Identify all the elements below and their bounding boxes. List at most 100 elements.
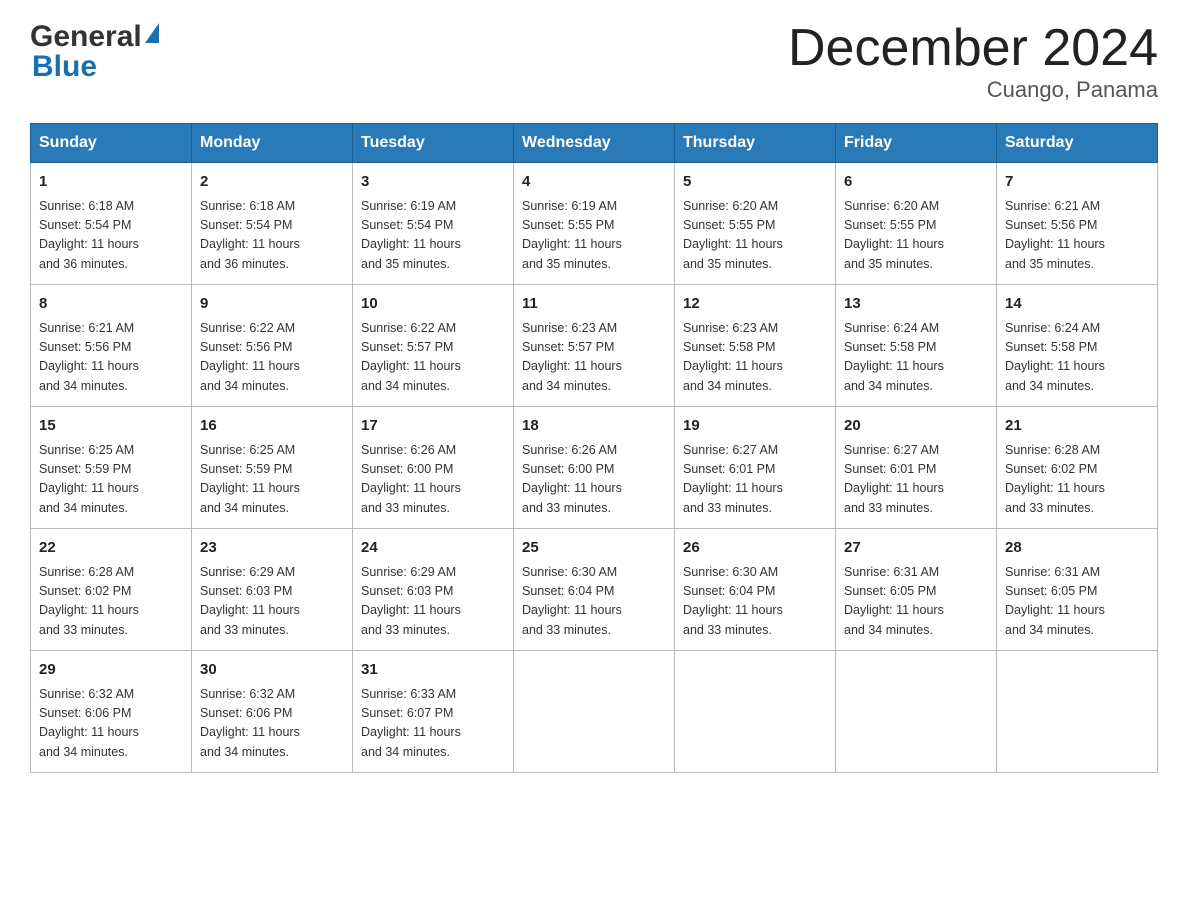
day-number: 24 [361, 537, 505, 560]
day-info: Sunrise: 6:30 AMSunset: 6:04 PMDaylight:… [683, 565, 783, 637]
calendar-day-cell: 16 Sunrise: 6:25 AMSunset: 5:59 PMDaylig… [192, 407, 353, 529]
calendar-day-cell: 12 Sunrise: 6:23 AMSunset: 5:58 PMDaylig… [675, 285, 836, 407]
day-info: Sunrise: 6:26 AMSunset: 6:00 PMDaylight:… [522, 443, 622, 515]
day-info: Sunrise: 6:33 AMSunset: 6:07 PMDaylight:… [361, 687, 461, 759]
calendar-day-cell: 5 Sunrise: 6:20 AMSunset: 5:55 PMDayligh… [675, 163, 836, 285]
calendar-day-header: Wednesday [514, 124, 675, 163]
day-info: Sunrise: 6:29 AMSunset: 6:03 PMDaylight:… [361, 565, 461, 637]
day-info: Sunrise: 6:31 AMSunset: 6:05 PMDaylight:… [1005, 565, 1105, 637]
day-info: Sunrise: 6:28 AMSunset: 6:02 PMDaylight:… [1005, 443, 1105, 515]
calendar-day-cell: 25 Sunrise: 6:30 AMSunset: 6:04 PMDaylig… [514, 529, 675, 651]
calendar-day-header: Monday [192, 124, 353, 163]
calendar-day-cell: 1 Sunrise: 6:18 AMSunset: 5:54 PMDayligh… [31, 163, 192, 285]
day-number: 28 [1005, 537, 1149, 560]
calendar-day-cell: 9 Sunrise: 6:22 AMSunset: 5:56 PMDayligh… [192, 285, 353, 407]
day-number: 15 [39, 415, 183, 438]
calendar-day-cell [675, 651, 836, 773]
day-number: 29 [39, 659, 183, 682]
calendar-day-cell: 8 Sunrise: 6:21 AMSunset: 5:56 PMDayligh… [31, 285, 192, 407]
day-info: Sunrise: 6:31 AMSunset: 6:05 PMDaylight:… [844, 565, 944, 637]
day-info: Sunrise: 6:25 AMSunset: 5:59 PMDaylight:… [39, 443, 139, 515]
day-info: Sunrise: 6:19 AMSunset: 5:54 PMDaylight:… [361, 199, 461, 271]
calendar-day-header: Friday [836, 124, 997, 163]
calendar-day-cell [997, 651, 1158, 773]
day-info: Sunrise: 6:21 AMSunset: 5:56 PMDaylight:… [39, 321, 139, 393]
day-number: 16 [200, 415, 344, 438]
calendar-day-cell: 2 Sunrise: 6:18 AMSunset: 5:54 PMDayligh… [192, 163, 353, 285]
day-number: 22 [39, 537, 183, 560]
calendar-day-cell: 6 Sunrise: 6:20 AMSunset: 5:55 PMDayligh… [836, 163, 997, 285]
calendar-day-cell: 24 Sunrise: 6:29 AMSunset: 6:03 PMDaylig… [353, 529, 514, 651]
calendar-day-cell: 31 Sunrise: 6:33 AMSunset: 6:07 PMDaylig… [353, 651, 514, 773]
logo-general-text: General [30, 20, 142, 54]
day-number: 20 [844, 415, 988, 438]
calendar-day-cell: 30 Sunrise: 6:32 AMSunset: 6:06 PMDaylig… [192, 651, 353, 773]
day-number: 2 [200, 171, 344, 194]
day-info: Sunrise: 6:22 AMSunset: 5:56 PMDaylight:… [200, 321, 300, 393]
calendar-day-header: Thursday [675, 124, 836, 163]
calendar-day-cell [836, 651, 997, 773]
day-number: 30 [200, 659, 344, 682]
day-number: 7 [1005, 171, 1149, 194]
day-info: Sunrise: 6:30 AMSunset: 6:04 PMDaylight:… [522, 565, 622, 637]
day-info: Sunrise: 6:26 AMSunset: 6:00 PMDaylight:… [361, 443, 461, 515]
calendar-day-cell: 11 Sunrise: 6:23 AMSunset: 5:57 PMDaylig… [514, 285, 675, 407]
day-number: 4 [522, 171, 666, 194]
calendar-week-row: 8 Sunrise: 6:21 AMSunset: 5:56 PMDayligh… [31, 285, 1158, 407]
day-info: Sunrise: 6:21 AMSunset: 5:56 PMDaylight:… [1005, 199, 1105, 271]
day-number: 31 [361, 659, 505, 682]
day-number: 25 [522, 537, 666, 560]
day-info: Sunrise: 6:20 AMSunset: 5:55 PMDaylight:… [844, 199, 944, 271]
day-number: 19 [683, 415, 827, 438]
calendar-week-row: 22 Sunrise: 6:28 AMSunset: 6:02 PMDaylig… [31, 529, 1158, 651]
day-info: Sunrise: 6:25 AMSunset: 5:59 PMDaylight:… [200, 443, 300, 515]
day-info: Sunrise: 6:27 AMSunset: 6:01 PMDaylight:… [683, 443, 783, 515]
day-number: 18 [522, 415, 666, 438]
day-info: Sunrise: 6:32 AMSunset: 6:06 PMDaylight:… [200, 687, 300, 759]
day-info: Sunrise: 6:27 AMSunset: 6:01 PMDaylight:… [844, 443, 944, 515]
page-title: December 2024 [788, 20, 1158, 77]
day-number: 27 [844, 537, 988, 560]
page-subtitle: Cuango, Panama [788, 77, 1158, 103]
day-number: 11 [522, 293, 666, 316]
day-info: Sunrise: 6:24 AMSunset: 5:58 PMDaylight:… [844, 321, 944, 393]
day-info: Sunrise: 6:19 AMSunset: 5:55 PMDaylight:… [522, 199, 622, 271]
day-number: 9 [200, 293, 344, 316]
day-info: Sunrise: 6:18 AMSunset: 5:54 PMDaylight:… [39, 199, 139, 271]
calendar-day-cell: 20 Sunrise: 6:27 AMSunset: 6:01 PMDaylig… [836, 407, 997, 529]
logo-blue-text: Blue [30, 50, 159, 84]
title-block: December 2024 Cuango, Panama [788, 20, 1158, 103]
calendar-day-cell: 3 Sunrise: 6:19 AMSunset: 5:54 PMDayligh… [353, 163, 514, 285]
calendar-day-cell [514, 651, 675, 773]
calendar-day-header: Tuesday [353, 124, 514, 163]
day-info: Sunrise: 6:23 AMSunset: 5:58 PMDaylight:… [683, 321, 783, 393]
calendar-week-row: 1 Sunrise: 6:18 AMSunset: 5:54 PMDayligh… [31, 163, 1158, 285]
day-number: 8 [39, 293, 183, 316]
day-info: Sunrise: 6:28 AMSunset: 6:02 PMDaylight:… [39, 565, 139, 637]
day-number: 3 [361, 171, 505, 194]
calendar-week-row: 29 Sunrise: 6:32 AMSunset: 6:06 PMDaylig… [31, 651, 1158, 773]
day-number: 26 [683, 537, 827, 560]
calendar-day-cell: 27 Sunrise: 6:31 AMSunset: 6:05 PMDaylig… [836, 529, 997, 651]
calendar-day-header: Saturday [997, 124, 1158, 163]
day-info: Sunrise: 6:29 AMSunset: 6:03 PMDaylight:… [200, 565, 300, 637]
logo: General Blue [30, 20, 159, 84]
calendar-day-cell: 26 Sunrise: 6:30 AMSunset: 6:04 PMDaylig… [675, 529, 836, 651]
day-info: Sunrise: 6:20 AMSunset: 5:55 PMDaylight:… [683, 199, 783, 271]
calendar-day-cell: 29 Sunrise: 6:32 AMSunset: 6:06 PMDaylig… [31, 651, 192, 773]
calendar-table: SundayMondayTuesdayWednesdayThursdayFrid… [30, 123, 1158, 773]
day-number: 17 [361, 415, 505, 438]
day-info: Sunrise: 6:23 AMSunset: 5:57 PMDaylight:… [522, 321, 622, 393]
day-number: 12 [683, 293, 827, 316]
calendar-day-cell: 23 Sunrise: 6:29 AMSunset: 6:03 PMDaylig… [192, 529, 353, 651]
calendar-day-cell: 14 Sunrise: 6:24 AMSunset: 5:58 PMDaylig… [997, 285, 1158, 407]
day-number: 5 [683, 171, 827, 194]
calendar-day-cell: 18 Sunrise: 6:26 AMSunset: 6:00 PMDaylig… [514, 407, 675, 529]
calendar-day-cell: 28 Sunrise: 6:31 AMSunset: 6:05 PMDaylig… [997, 529, 1158, 651]
calendar-day-cell: 7 Sunrise: 6:21 AMSunset: 5:56 PMDayligh… [997, 163, 1158, 285]
calendar-day-cell: 4 Sunrise: 6:19 AMSunset: 5:55 PMDayligh… [514, 163, 675, 285]
calendar-week-row: 15 Sunrise: 6:25 AMSunset: 5:59 PMDaylig… [31, 407, 1158, 529]
calendar-day-cell: 13 Sunrise: 6:24 AMSunset: 5:58 PMDaylig… [836, 285, 997, 407]
day-number: 23 [200, 537, 344, 560]
calendar-day-cell: 10 Sunrise: 6:22 AMSunset: 5:57 PMDaylig… [353, 285, 514, 407]
